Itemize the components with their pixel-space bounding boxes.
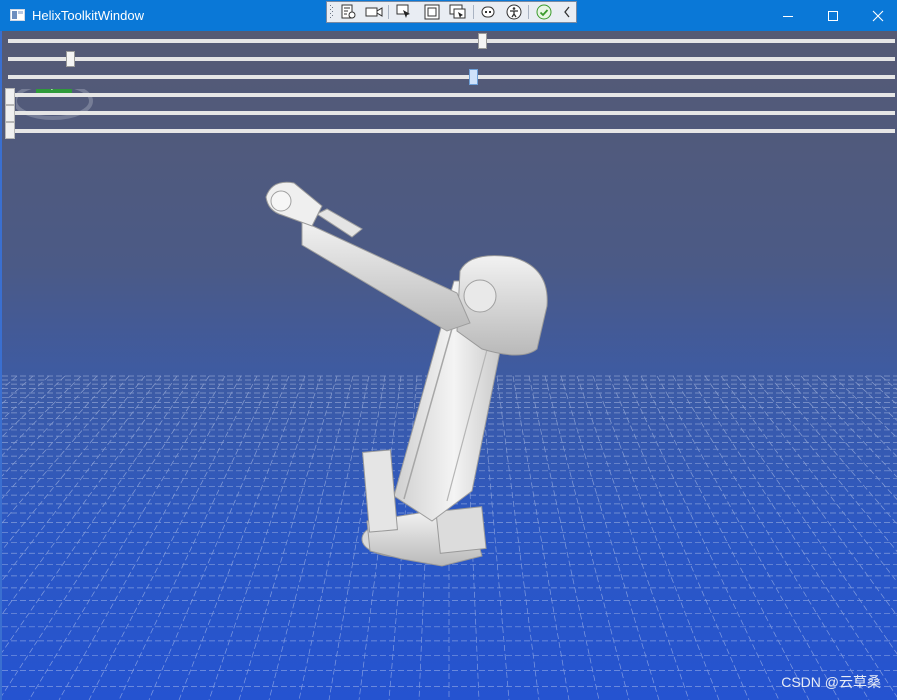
app-window-icon: [10, 9, 25, 21]
slider-track-5[interactable]: [8, 111, 895, 115]
close-button[interactable]: [855, 0, 897, 31]
slider-track-2[interactable]: [8, 57, 895, 61]
slider-track-4[interactable]: [8, 93, 895, 97]
left-edge-handle-1[interactable]: [5, 88, 15, 105]
window-title-bar[interactable]: HelixToolkitWindow: [0, 0, 897, 31]
check-icon[interactable]: [534, 3, 554, 21]
track-focused-element-icon[interactable]: [448, 3, 468, 21]
slider-track-1[interactable]: [8, 39, 895, 43]
display-layout-adorners-icon[interactable]: [422, 3, 442, 21]
maximize-button[interactable]: [810, 0, 856, 31]
go-to-live-visual-tree-icon[interactable]: [338, 3, 358, 21]
toolbar-grip-icon[interactable]: [330, 5, 334, 19]
video-camera-icon[interactable]: [364, 3, 384, 21]
helix-viewport-3d[interactable]: F CSDN @云草桑: [2, 31, 897, 700]
minimize-icon: [783, 15, 793, 17]
window-title: HelixToolkitWindow: [32, 8, 144, 23]
select-element-icon[interactable]: [394, 3, 414, 21]
collapse-chevron-icon[interactable]: [557, 3, 577, 21]
slider-thumb-2[interactable]: [65, 51, 75, 67]
slider-thumb-3[interactable]: [469, 69, 479, 85]
slider-track-6[interactable]: [8, 129, 895, 133]
left-edge-handle-3[interactable]: [5, 122, 15, 139]
binding-failures-icon[interactable]: [478, 3, 498, 21]
csdn-watermark: CSDN @云草桑: [781, 674, 881, 690]
maximize-icon: [828, 10, 838, 21]
accessibility-icon[interactable]: [504, 3, 524, 21]
minimize-button[interactable]: [765, 0, 811, 31]
left-edge-handle-2[interactable]: [5, 105, 15, 122]
slider-thumb-1[interactable]: [478, 33, 488, 49]
slider-track-3[interactable]: [8, 75, 895, 79]
wpf-runtime-toolbar[interactable]: [326, 1, 577, 23]
close-icon: [872, 10, 884, 21]
